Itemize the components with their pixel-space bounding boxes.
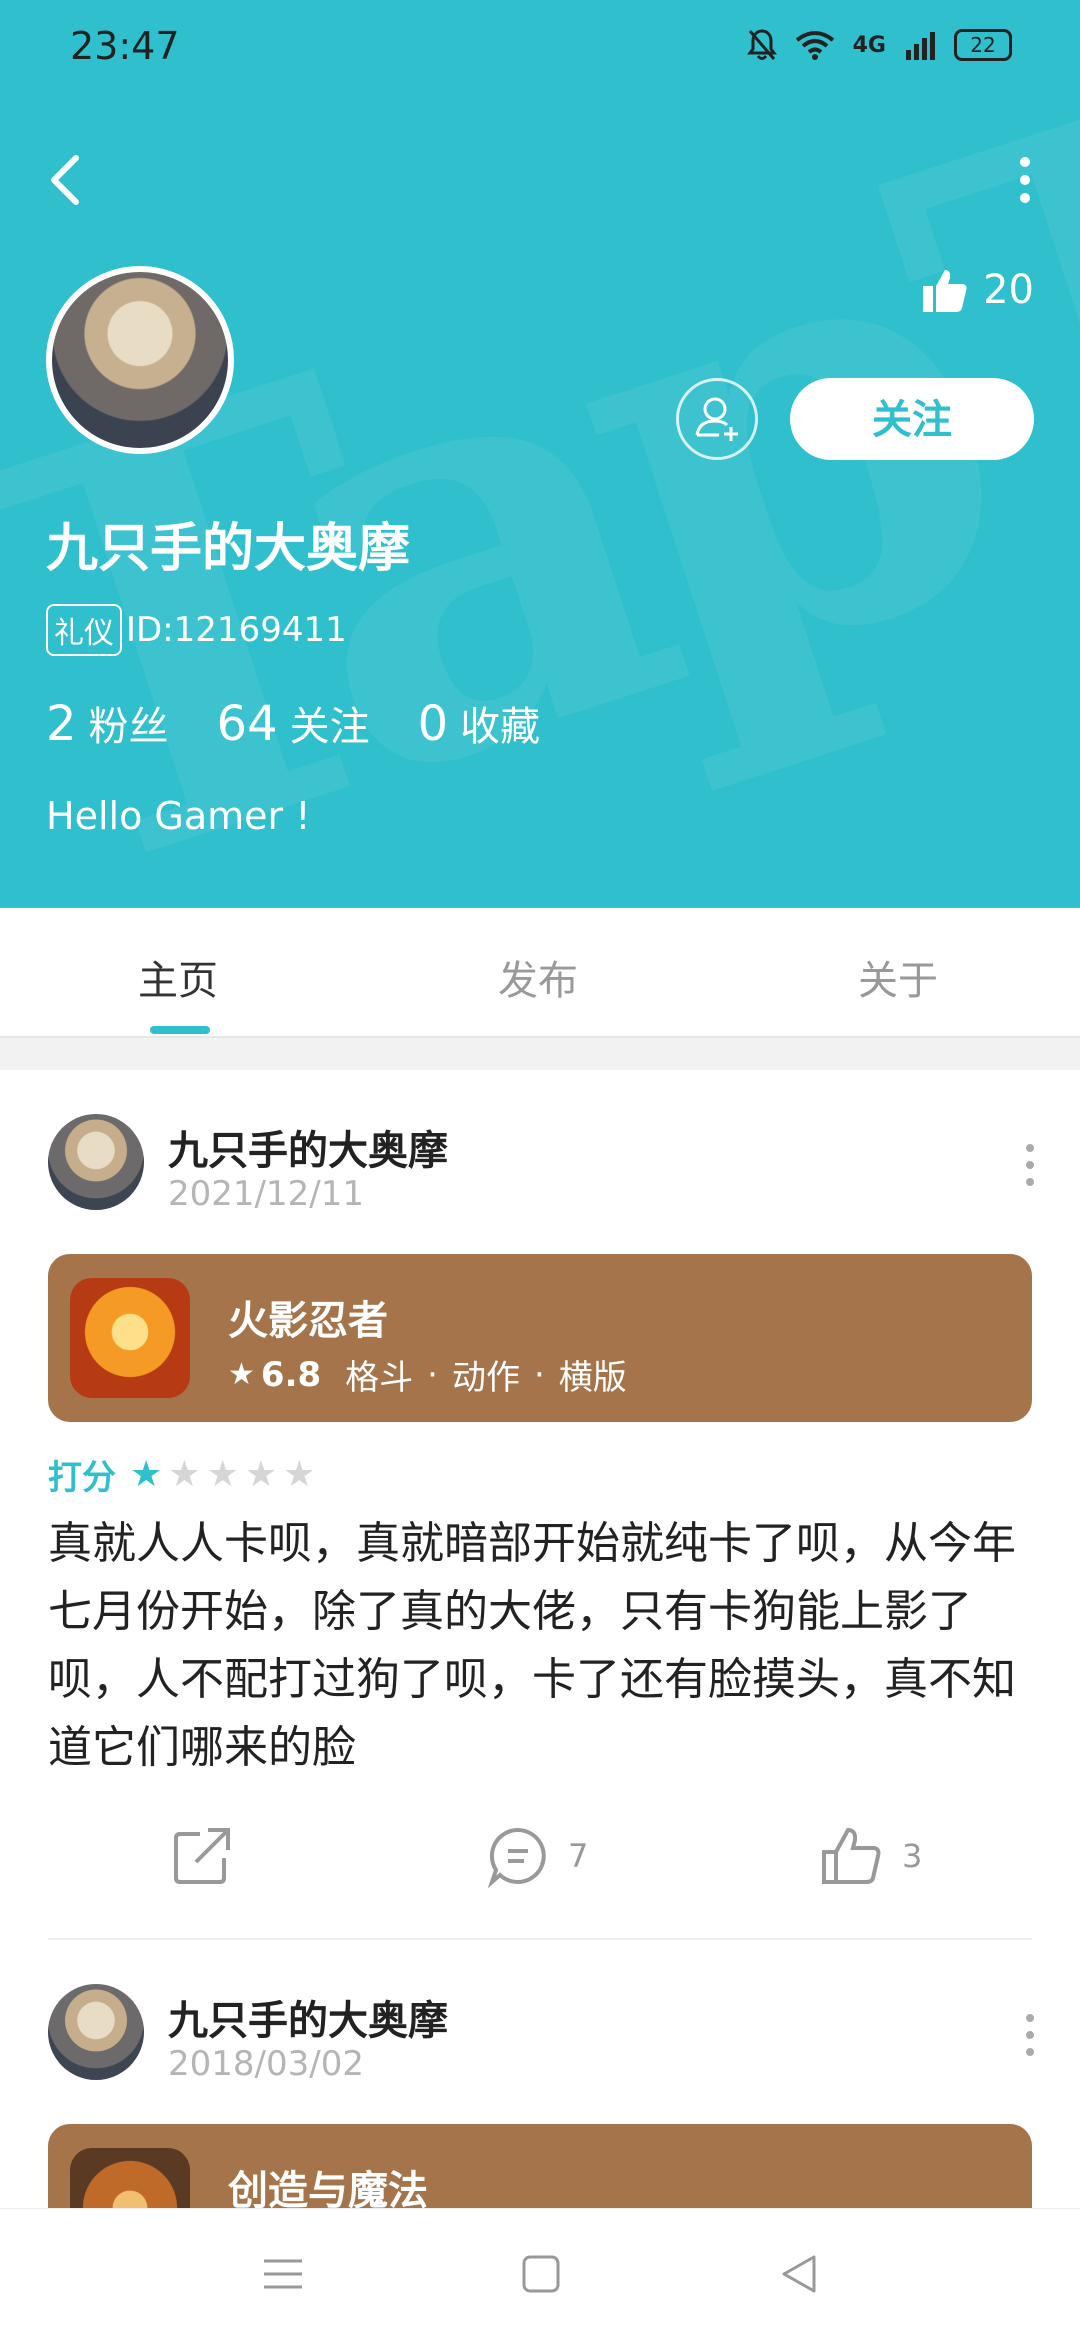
stat-value: 64 <box>216 696 278 752</box>
likes-count: 20 <box>983 267 1034 313</box>
post-author-avatar[interactable] <box>48 1984 144 2080</box>
game-icon <box>70 1278 190 1398</box>
menu-icon[interactable] <box>258 2249 308 2299</box>
stat-label: 关注 <box>289 704 370 750</box>
stat-followers[interactable]: 2 粉丝 <box>46 694 169 752</box>
mute-bell-icon <box>746 29 777 60</box>
follow-button[interactable]: 关注 <box>790 378 1034 460</box>
share-icon <box>174 1828 230 1884</box>
tab-posts[interactable]: 发布 <box>498 948 578 1006</box>
rating-star-icon: ★ <box>168 1454 201 1495</box>
game-title: 火影忍者 <box>228 1298 388 1344</box>
game-meta: ★ 6.8 格斗 · 动作 · 横版 <box>228 1350 627 1399</box>
signal-icon <box>906 32 935 60</box>
post-author-name[interactable]: 九只手的大奥摩 <box>168 1988 448 2046</box>
comment-icon <box>487 1827 546 1888</box>
share-button[interactable] <box>170 1824 234 1888</box>
dot-separator: · <box>427 1354 438 1395</box>
rating-row: 打分 ★ ★ ★ ★ ★ <box>48 1450 315 1499</box>
back-arrow-icon[interactable] <box>46 150 86 210</box>
rating-star-icon: ★ <box>283 1454 316 1495</box>
stat-label: 粉丝 <box>88 704 169 750</box>
profile-header: TapTap 23:47 4G 22 20 关注 九只手的大奥摩 礼仪 ID:1… <box>0 0 1080 908</box>
tab-about[interactable]: 关于 <box>858 948 938 1006</box>
dot-separator: · <box>533 1354 545 1395</box>
rating-star-icon: ★ <box>244 1454 278 1495</box>
profile-id: ID:12169411 <box>126 610 347 650</box>
section-gap <box>0 1038 1080 1070</box>
game-tag: 格斗 <box>345 1358 414 1398</box>
profile-tabs: 主页 发布 关于 <box>0 908 1080 1038</box>
rating-label: 打分 <box>48 1458 116 1498</box>
comment-count: 7 <box>568 1837 589 1875</box>
game-tag: 动作 <box>451 1358 520 1398</box>
add-user-icon <box>695 397 738 441</box>
stat-following[interactable]: 64 关注 <box>217 694 370 752</box>
back-triangle-icon[interactable] <box>774 2249 824 2299</box>
game-score: 6.8 <box>260 1354 322 1395</box>
stat-favorites[interactable]: 0 收藏 <box>418 694 541 752</box>
profile-likes: 20 <box>921 266 1034 314</box>
like-count: 3 <box>902 1837 923 1875</box>
tab-home[interactable]: 主页 <box>138 948 218 1006</box>
star-icon: ★ <box>228 1357 255 1392</box>
post-more-icon[interactable] <box>1020 2010 1040 2060</box>
post-date: 2021/12/11 <box>168 1174 364 1214</box>
game-tag: 横版 <box>558 1358 627 1398</box>
game-card[interactable]: 火影忍者 ★ 6.8 格斗 · 动作 · 横版 <box>48 1254 1032 1422</box>
status-icons: 4G 22 <box>746 28 1012 62</box>
post-date: 2018/03/02 <box>168 2044 364 2084</box>
active-tab-indicator <box>150 1026 210 1034</box>
battery-icon: 22 <box>954 29 1012 61</box>
status-time: 23:47 <box>70 24 180 68</box>
like-button[interactable]: 3 <box>820 1824 922 1888</box>
comment-button[interactable]: 7 <box>486 1824 588 1888</box>
post-text[interactable]: 真就人人卡呗，真就暗部开始就纯卡了呗，从今年七月份开始，除了真的大佬，只有卡狗能… <box>48 1510 1032 1782</box>
thumbs-up-icon <box>923 270 967 312</box>
rating-star-icon: ★ <box>130 1454 163 1495</box>
profile-avatar <box>46 266 234 454</box>
stat-value: 0 <box>417 696 449 752</box>
stat-value: 2 <box>46 696 77 752</box>
add-friend-button[interactable] <box>676 378 758 460</box>
post-more-icon[interactable] <box>1020 1140 1040 1190</box>
profile-bio: Hello Gamer ! <box>46 794 311 838</box>
wifi-icon <box>795 31 834 60</box>
etiquette-badge[interactable]: 礼仪 <box>46 604 122 656</box>
post-author-avatar[interactable] <box>48 1114 144 1210</box>
stat-label: 收藏 <box>460 704 541 750</box>
profile-id-row: 礼仪 ID:12169411 <box>46 604 347 656</box>
home-square-icon[interactable] <box>516 2249 566 2299</box>
profile-stats: 2 粉丝 64 关注 0 收藏 <box>46 694 540 752</box>
network-label: 4G <box>852 32 886 58</box>
more-options-icon[interactable] <box>1010 150 1040 210</box>
post-author-name[interactable]: 九只手的大奥摩 <box>168 1118 448 1176</box>
post-actions: 7 3 <box>0 1824 1080 1904</box>
profile-name: 九只手的大奥摩 <box>46 519 411 579</box>
status-bar: 23:47 4G 22 <box>0 0 1080 96</box>
rating-star-icon: ★ <box>206 1454 239 1495</box>
thumbs-up-outline-icon <box>822 1827 881 1884</box>
system-nav-bar <box>0 2208 1080 2341</box>
post-divider <box>48 1938 1032 1940</box>
